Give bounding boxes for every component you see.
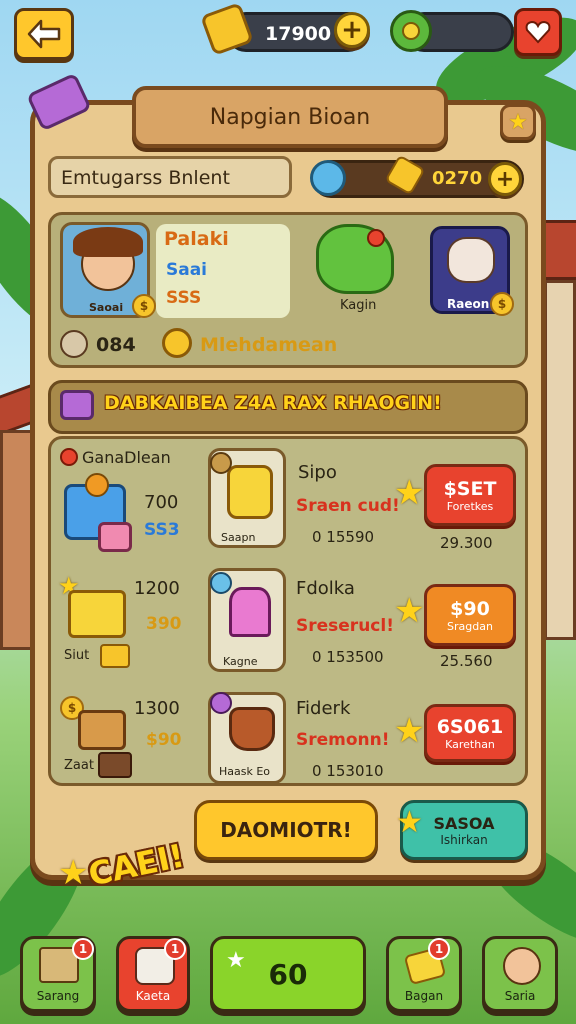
section-title: GanaDlean	[82, 448, 171, 467]
globe-icon	[310, 160, 346, 196]
buy-button[interactable]: $90 Sragdan	[424, 584, 516, 646]
panel-title: Napgian Bioan	[209, 104, 371, 130]
item-total: 29.300	[440, 534, 493, 552]
avatar-icon	[503, 947, 541, 985]
gift-button[interactable]	[514, 8, 562, 56]
coin-icon: $	[490, 292, 514, 316]
item-subtitle: Sremonn!	[296, 730, 390, 750]
star-icon: ★	[394, 711, 425, 751]
banner-text: DABKAIBEA Z4A RAX RHAOGIN!	[104, 392, 442, 414]
primary-action-button[interactable]: DAOMIOTR!	[194, 800, 378, 860]
star-icon: ★	[226, 948, 246, 973]
favorite-star-button[interactable]: ★	[500, 104, 536, 140]
feather-icon	[60, 330, 88, 358]
item-quantity: 0 15590	[312, 528, 375, 546]
notification-badge: 1	[428, 938, 450, 960]
item-name: Sipo	[298, 462, 337, 483]
add-coins-button[interactable]: +	[334, 12, 370, 48]
potion-icon	[210, 692, 232, 714]
pet1-label: Kagin	[340, 298, 377, 313]
item-total: 25.560	[440, 652, 493, 670]
chocolate-icon	[98, 752, 132, 778]
gem-icon	[210, 572, 232, 594]
back-button[interactable]	[14, 8, 74, 60]
title-plank: Napgian Bioan	[132, 86, 448, 148]
resource1-value: 084	[96, 334, 136, 356]
tool-icon	[210, 452, 232, 474]
back-arrow-icon	[27, 19, 61, 49]
buy-button[interactable]: $SET Foretkes	[424, 464, 516, 526]
gold-coin-icon	[162, 328, 192, 358]
currency-value: 0270	[432, 168, 483, 189]
bread-icon	[78, 710, 126, 750]
nav-button-saria[interactable]: Saria	[482, 936, 558, 1012]
coin-icon: $	[132, 294, 156, 318]
star-icon: ★	[508, 109, 528, 135]
house-decoration	[544, 280, 576, 640]
candy-icon	[98, 522, 132, 552]
gold-brick-icon	[100, 644, 130, 668]
rose-icon	[60, 448, 78, 466]
star-icon: ★	[394, 591, 425, 631]
add-currency-button[interactable]: +	[488, 162, 522, 196]
buy-button[interactable]: 6S061 Karethan	[424, 704, 516, 762]
star-icon: ★	[58, 853, 89, 893]
player-stats-card: Palaki Saai SSS	[156, 224, 290, 318]
item-subtitle: Sraen cud!	[296, 496, 400, 516]
notification-badge: 1	[164, 938, 186, 960]
item-quantity: 0 153010	[312, 762, 384, 780]
player-name-field[interactable]: Emtugarss Bnlent	[48, 156, 292, 198]
nav-button-bagan[interactable]: Bagan	[386, 936, 462, 1012]
tag-icon	[60, 390, 94, 420]
resource2-value: Mlehdamean	[200, 334, 338, 356]
house-decoration	[0, 430, 34, 650]
energy-orb-icon	[390, 10, 432, 52]
star-icon: ★	[396, 805, 423, 840]
item-name: Fdolka	[296, 578, 355, 599]
coin-amount: 17900	[265, 23, 332, 45]
heart-gift-icon	[525, 20, 551, 44]
item-quantity: 0 153500	[312, 648, 384, 666]
star-icon: ★	[394, 473, 425, 513]
notification-badge: 1	[72, 938, 94, 960]
pet-dragon[interactable]	[316, 224, 394, 294]
item-subtitle: Sreserucl!	[296, 616, 394, 636]
cheese-icon	[68, 590, 126, 638]
item-name: Fiderk	[296, 698, 351, 719]
